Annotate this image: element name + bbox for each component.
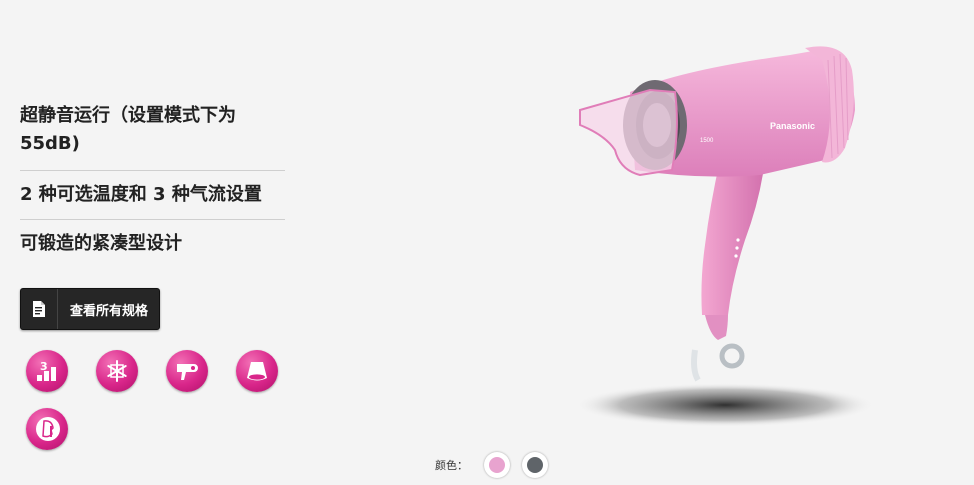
document-icon xyxy=(21,289,58,329)
feature-list: 超静音运行（设置模式下为 55dB) 2 种可选温度和 3 种气流设置 可锻造的… xyxy=(20,102,285,268)
svg-text:3: 3 xyxy=(40,360,48,373)
color-swatch-gray[interactable] xyxy=(522,452,548,478)
airflow-3-level-icon: 3 xyxy=(26,350,68,392)
pink-swatch-dot xyxy=(489,457,505,473)
hair-dryer-icon xyxy=(166,350,208,392)
feature-item-compact: 可锻造的紧凑型设计 xyxy=(20,219,285,268)
color-label: 颜色： xyxy=(435,459,468,472)
wattage-text: 1500 xyxy=(700,138,714,144)
gray-swatch-dot xyxy=(527,457,543,473)
brand-logo-text: Panasonic xyxy=(770,121,815,131)
quiet-shh-icon xyxy=(26,408,68,450)
feature-item-settings: 2 种可选温度和 3 种气流设置 xyxy=(20,170,285,219)
feature-item-quiet: 超静音运行（设置模式下为 55dB) xyxy=(20,105,236,154)
view-all-specs-label: 查看所有规格 xyxy=(70,303,149,319)
concentrator-nozzle-icon xyxy=(236,350,278,392)
cool-snowflake-icon xyxy=(96,350,138,392)
color-picker: 颜色： xyxy=(435,452,560,478)
product-image-hair-dryer: Panasonic 1500 xyxy=(560,30,880,440)
view-all-specs-button[interactable]: 查看所有规格 xyxy=(20,288,160,330)
color-swatch-pink[interactable] xyxy=(484,452,510,478)
